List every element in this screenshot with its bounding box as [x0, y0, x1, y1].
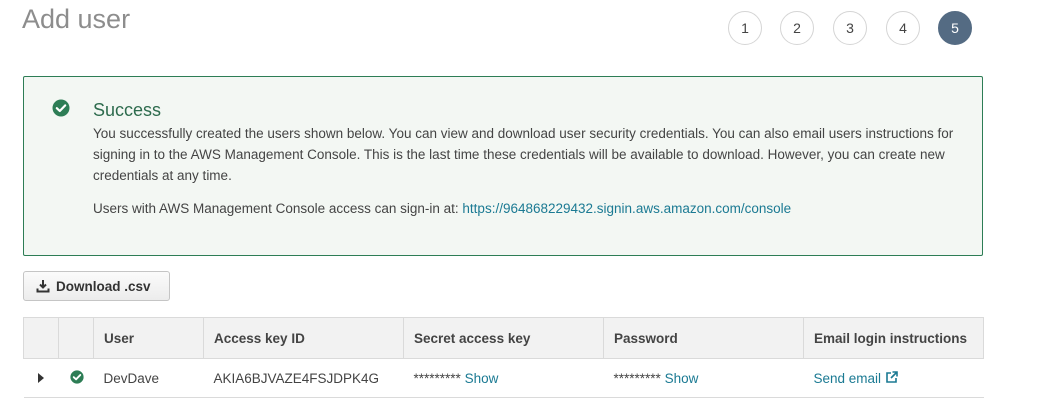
col-email-login-instructions[interactable]: Email login instructions [803, 317, 984, 359]
signin-label: Users with AWS Management Console access… [93, 201, 463, 216]
step-1[interactable]: 1 [728, 11, 762, 45]
col-status [58, 317, 94, 359]
page-title: Add user [22, 4, 131, 34]
secret-access-key-cell: ********* Show [403, 358, 604, 398]
check-circle-icon [69, 369, 84, 384]
show-secret-link[interactable]: Show [465, 371, 499, 386]
expand-cell[interactable] [23, 358, 59, 398]
caret-right-icon[interactable] [37, 372, 45, 383]
show-password-link[interactable]: Show [665, 371, 699, 386]
col-access-key-id[interactable]: Access key ID [203, 317, 404, 359]
alert-title: Success [93, 100, 162, 120]
download-icon [36, 280, 50, 293]
password-mask: ********* [613, 370, 661, 386]
table-row: DevDave AKIA6BJVAZE4FSJDPK4G ********* S… [23, 358, 984, 398]
user-cell: DevDave [93, 358, 204, 398]
check-circle-icon [52, 99, 70, 117]
step-3[interactable]: 3 [833, 11, 867, 45]
success-alert: Success You successfully created the use… [23, 76, 983, 256]
download-csv-button[interactable]: Download .csv [23, 271, 170, 301]
step-5[interactable]: 5 [938, 11, 972, 45]
col-password[interactable]: Password [603, 317, 804, 359]
send-email-link[interactable]: Send email [814, 371, 882, 386]
col-expand [23, 317, 59, 359]
signin-info: Users with AWS Management Console access… [93, 201, 791, 216]
users-table: User Access key ID Secret access key Pas… [23, 317, 984, 398]
step-2[interactable]: 2 [780, 11, 814, 45]
console-signin-link[interactable]: https://964868229432.signin.aws.amazon.c… [462, 201, 791, 216]
alert-message: You successfully created the users shown… [93, 126, 954, 183]
col-secret-access-key[interactable]: Secret access key [403, 317, 604, 359]
status-cell [58, 358, 94, 398]
download-csv-label: Download .csv [56, 278, 151, 294]
step-4[interactable]: 4 [886, 11, 920, 45]
table-header-row: User Access key ID Secret access key Pas… [23, 317, 984, 359]
secret-mask: ********* [413, 370, 461, 386]
access-key-id-cell: AKIA6BJVAZE4FSJDPK4G [203, 358, 404, 398]
password-cell: ********* Show [603, 358, 804, 398]
external-link-icon[interactable] [885, 370, 898, 384]
email-cell: Send email [803, 358, 984, 398]
col-user[interactable]: User [93, 317, 204, 359]
